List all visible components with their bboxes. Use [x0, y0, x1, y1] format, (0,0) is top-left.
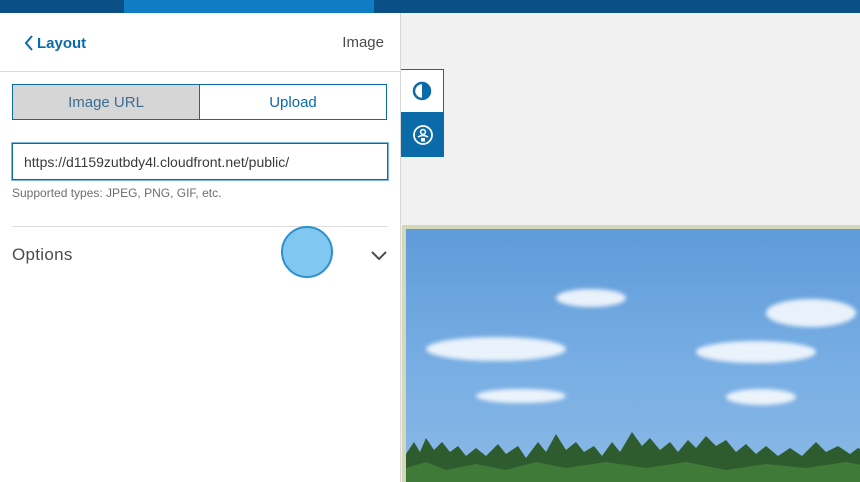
chevron-down-icon: [371, 251, 387, 261]
panel-title: Image: [342, 34, 384, 51]
chevron-left-icon: [24, 35, 33, 51]
upload-tab[interactable]: Upload: [200, 84, 387, 120]
back-link-label: Layout: [37, 34, 87, 52]
image-url-tab[interactable]: Image URL: [12, 84, 200, 120]
accessibility-button[interactable]: [401, 113, 444, 157]
image-preview: [402, 225, 860, 482]
options-divider: [12, 226, 388, 227]
back-to-layout-link[interactable]: Layout: [24, 33, 86, 53]
top-bar-active-tab[interactable]: [124, 0, 374, 13]
contrast-icon: [412, 81, 432, 101]
settings-panel: Layout Image Image URL Upload Supported …: [0, 13, 401, 482]
options-label: Options: [12, 245, 73, 264]
image-source-toggle: Image URL Upload: [12, 84, 387, 120]
accessibility-icon: [412, 125, 433, 145]
treeline: [406, 432, 860, 482]
image-url-input[interactable]: [12, 143, 388, 180]
supported-types-hint: Supported types: JPEG, PNG, GIF, etc.: [12, 186, 222, 200]
contrast-toggle-button[interactable]: [401, 69, 444, 113]
click-indicator: [281, 226, 333, 278]
panel-header: Layout Image: [0, 13, 400, 72]
